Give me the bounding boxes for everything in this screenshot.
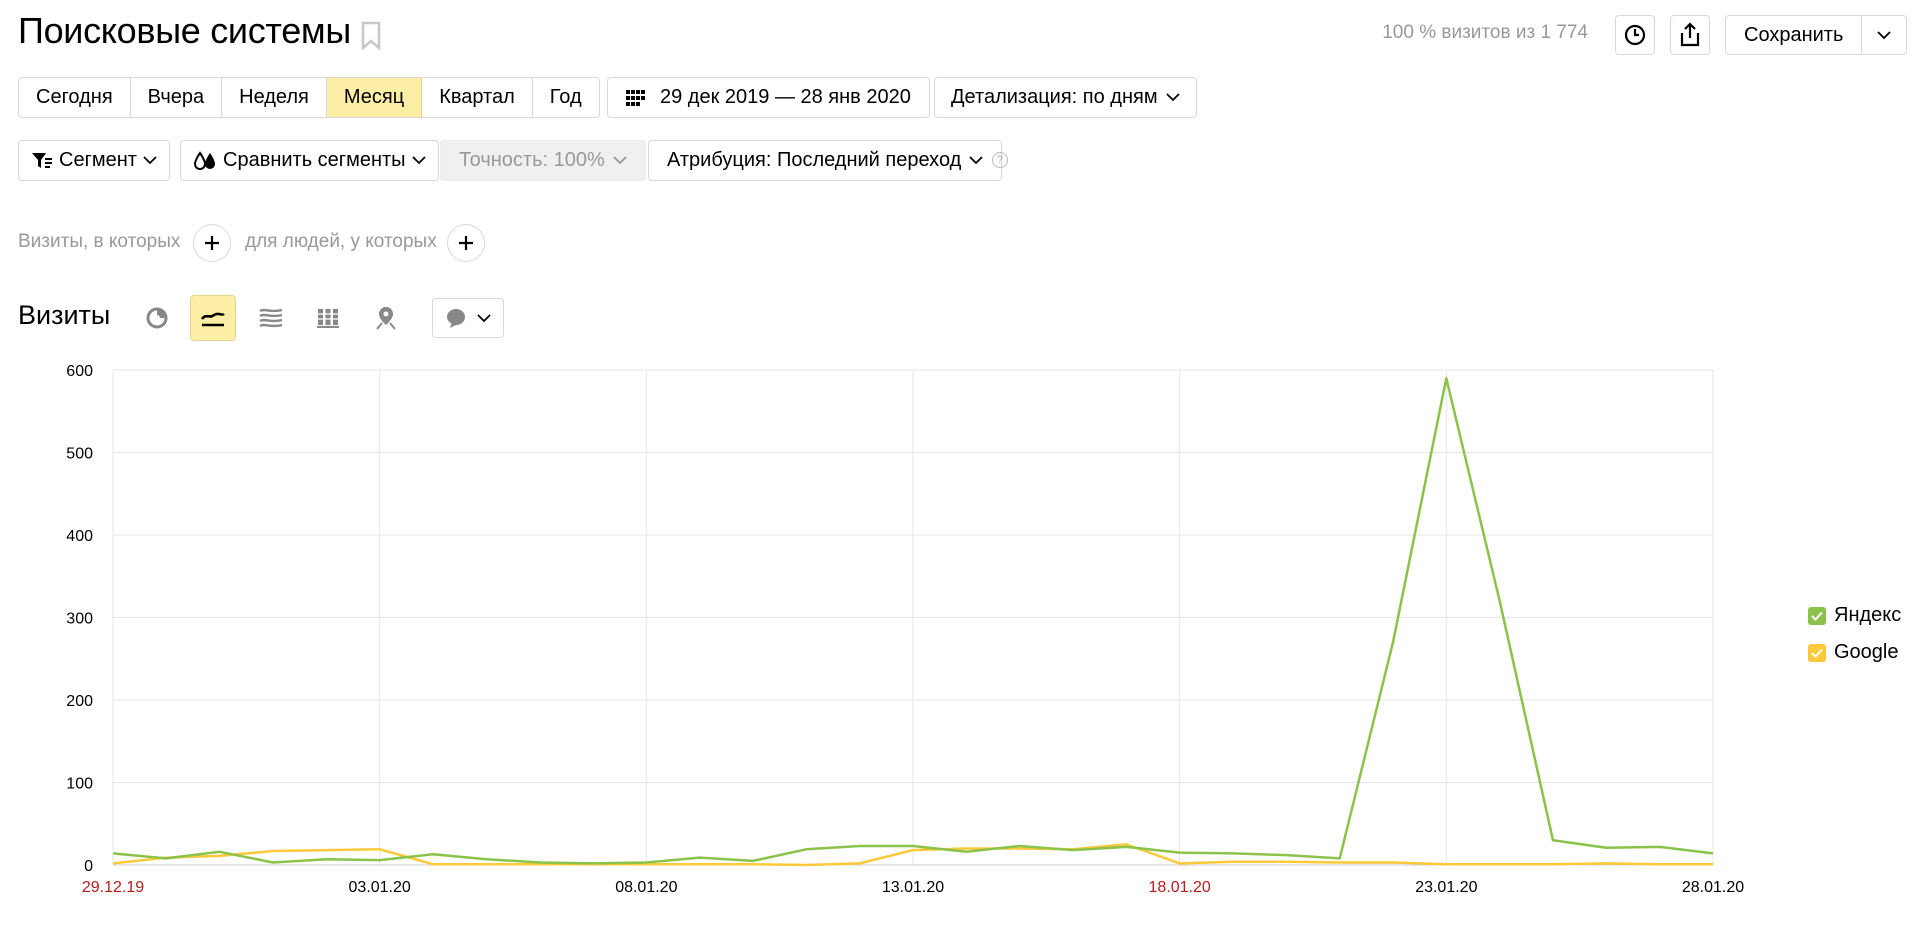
legend-label: Яндекс xyxy=(1834,604,1902,626)
bookmark-icon[interactable] xyxy=(360,21,382,51)
calendar-icon xyxy=(626,89,645,106)
x-tick-label: 08.01.20 xyxy=(615,879,677,896)
comment-icon xyxy=(447,309,465,328)
checkbox-icon xyxy=(1808,606,1826,625)
segment-label: Сегмент xyxy=(59,149,137,171)
chevron-down-icon xyxy=(613,156,627,165)
y-tick-label: 200 xyxy=(66,693,93,710)
detail-label: Детализация: по дням xyxy=(951,86,1158,108)
visits-condition-label: Визиты, в которых xyxy=(18,231,181,252)
plus-icon xyxy=(459,236,473,250)
accuracy-dropdown: Точность: 100% xyxy=(440,140,646,181)
bar-chart-button[interactable] xyxy=(305,295,351,341)
chevron-down-icon xyxy=(1877,30,1892,39)
plus-icon xyxy=(205,236,219,250)
clock-icon xyxy=(1624,24,1646,46)
area-chart-icon xyxy=(259,308,283,328)
pie-chart-button[interactable] xyxy=(134,295,180,341)
pie-chart-icon xyxy=(146,307,168,329)
compare-label: Сравнить сегменты xyxy=(223,149,406,171)
chevron-down-icon xyxy=(1165,93,1180,102)
share-icon xyxy=(1680,22,1700,47)
segment-dropdown[interactable]: Сегмент xyxy=(18,140,170,181)
chevron-down-icon xyxy=(477,313,491,322)
y-tick-label: 600 xyxy=(66,363,93,380)
annotations-dropdown[interactable] xyxy=(432,298,504,338)
drops-icon xyxy=(193,150,215,170)
visits-line-chart: 0 100 200 300 400 500 600 29.12.19 03.01.20 08.01… xyxy=(66,363,1744,896)
period-today[interactable]: Сегодня xyxy=(19,78,131,117)
map-button[interactable] xyxy=(363,295,409,341)
x-tick-label: 13.01.20 xyxy=(882,879,944,896)
chevron-down-icon xyxy=(143,156,157,165)
y-tick-label: 100 xyxy=(66,776,93,793)
detail-dropdown[interactable]: Детализация: по дням xyxy=(934,77,1197,118)
x-tick-label: 03.01.20 xyxy=(349,879,411,896)
chart-section-title: Визиты xyxy=(18,300,111,330)
people-condition-label: для людей, у которых xyxy=(245,231,437,252)
date-range-label: 29 дек 2019 — 28 янв 2020 xyxy=(660,86,911,108)
save-group: Сохранить xyxy=(1725,15,1908,55)
chevron-down-icon xyxy=(969,156,983,165)
attribution-label: Атрибуция: Последний переход xyxy=(667,149,962,171)
visits-info: 100 % визитов из 1 774 xyxy=(1382,22,1588,43)
y-tick-label: 500 xyxy=(66,446,93,463)
x-tick-label: 18.01.20 xyxy=(1149,879,1211,896)
y-tick-label: 0 xyxy=(84,858,93,875)
period-month[interactable]: Месяц xyxy=(326,78,423,117)
accuracy-label: Точность: 100% xyxy=(459,149,605,171)
period-year[interactable]: Год xyxy=(533,78,599,117)
bar-chart-icon xyxy=(317,309,339,328)
filter-icon xyxy=(32,152,52,168)
period-quarter[interactable]: Квартал xyxy=(422,78,533,117)
line-chart-icon xyxy=(200,312,225,327)
export-button[interactable] xyxy=(1670,15,1710,55)
x-tick-label: 29.12.19 xyxy=(82,879,144,896)
compare-segments-dropdown[interactable]: Сравнить сегменты xyxy=(180,140,439,181)
period-selector: Сегодня Вчера Неделя Месяц Квартал Год xyxy=(18,77,600,118)
save-button[interactable]: Сохранить xyxy=(1726,16,1863,54)
legend-label: Google xyxy=(1834,641,1899,663)
y-tick-label: 300 xyxy=(66,611,93,628)
add-visit-condition-button[interactable] xyxy=(193,224,231,262)
help-icon[interactable]: ? xyxy=(992,152,1008,168)
chevron-down-icon xyxy=(411,156,426,165)
checkbox-icon xyxy=(1808,643,1826,662)
legend-item-google[interactable]: Google xyxy=(1808,641,1901,664)
y-tick-label: 400 xyxy=(66,528,93,545)
period-yesterday[interactable]: Вчера xyxy=(131,78,223,117)
map-pin-icon xyxy=(376,307,396,330)
period-week[interactable]: Неделя xyxy=(222,78,327,117)
date-range-button[interactable]: 29 дек 2019 — 28 янв 2020 xyxy=(607,77,930,118)
history-button[interactable] xyxy=(1615,15,1655,55)
attribution-dropdown[interactable]: Атрибуция: Последний переход xyxy=(648,140,1003,181)
page-title: Поисковые системы xyxy=(18,10,351,51)
x-tick-label: 23.01.20 xyxy=(1415,879,1477,896)
line-chart-button[interactable] xyxy=(190,295,236,341)
legend-item-yandex[interactable]: Яндекс xyxy=(1808,604,1901,627)
x-tick-label: 28.01.20 xyxy=(1682,879,1744,896)
area-chart-button[interactable] xyxy=(248,295,294,341)
add-people-condition-button[interactable] xyxy=(447,224,485,262)
save-options-button[interactable] xyxy=(1862,16,1906,54)
chart-legend: Яндекс Google xyxy=(1808,604,1901,664)
